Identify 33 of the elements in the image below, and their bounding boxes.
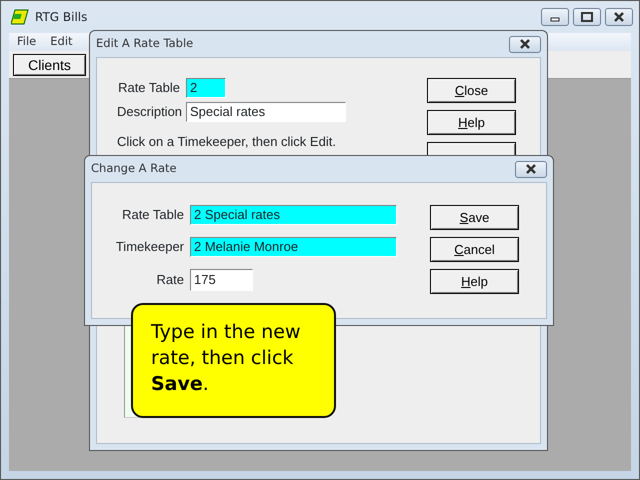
menu-item[interactable]: Edit: [50, 33, 73, 51]
field-label: Description: [117, 103, 180, 122]
input-field: 2: [186, 78, 226, 98]
close-icon: [518, 39, 532, 49]
minimize-button[interactable]: [541, 8, 569, 26]
dialog-button[interactable]: Save: [430, 205, 519, 230]
field-label: Rate: [156, 271, 184, 290]
close-icon: [524, 164, 538, 174]
field-label: Rate Table: [117, 79, 180, 98]
menu-item[interactable]: File: [17, 33, 36, 51]
close-button[interactable]: [509, 36, 541, 52]
input-field: 2 Special rates: [190, 205, 397, 225]
dialog-button[interactable]: Cancel: [430, 237, 519, 262]
close-button[interactable]: [605, 8, 633, 26]
field-label: Timekeeper: [114, 238, 184, 256]
close-icon: [613, 12, 625, 22]
dialog-button[interactable]: Help: [430, 269, 519, 294]
close-button[interactable]: [515, 160, 547, 178]
instruction-text: Click on a Timekeeper, then click Edit.: [117, 133, 337, 151]
input-field[interactable]: Special rates: [186, 102, 346, 122]
bill-icon: [11, 9, 29, 25]
input-field: 2 Melanie Monroe: [190, 237, 397, 257]
field-label: Rate Table: [121, 206, 184, 224]
maximize-icon: [581, 12, 593, 22]
maximize-button[interactable]: [573, 8, 601, 26]
dialog-title: Edit A Rate Table: [96, 35, 194, 52]
dialog-button[interactable]: Help: [427, 110, 516, 135]
toolbar-button[interactable]: Clients: [13, 54, 86, 76]
dialog-button[interactable]: Close: [427, 78, 516, 103]
window-title: RTG Bills: [35, 9, 88, 26]
hint-tooltip: Type in the new rate, then click Save.: [131, 303, 336, 418]
dialog-title: Change A Rate: [91, 160, 177, 178]
input-field[interactable]: 175: [190, 269, 253, 291]
